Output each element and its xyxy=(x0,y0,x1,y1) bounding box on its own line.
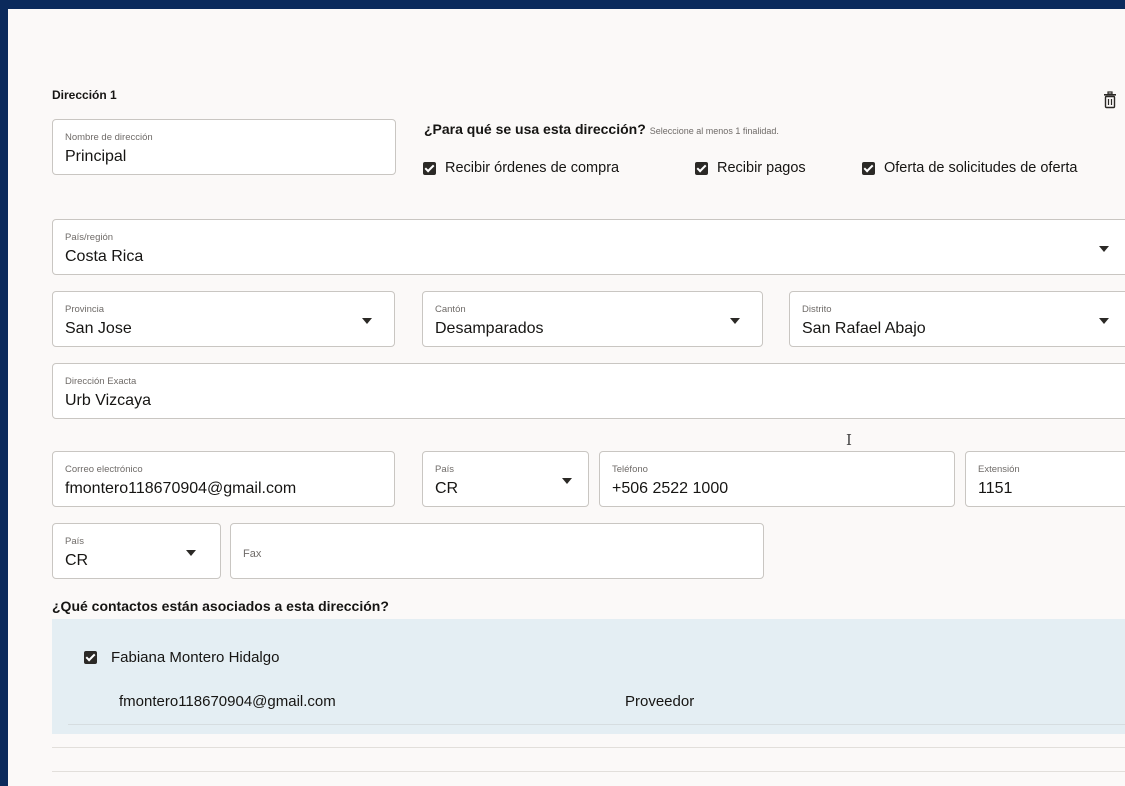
trash-icon[interactable] xyxy=(1102,91,1118,109)
contact-item[interactable]: Fabiana Montero Hidalgo xyxy=(84,649,279,666)
purpose-option-payments[interactable]: Recibir pagos xyxy=(695,160,806,176)
contacts-question: ¿Qué contactos están asociados a esta di… xyxy=(52,598,389,614)
address-name-value: Principal xyxy=(65,148,127,165)
country-label: País/región xyxy=(65,232,114,243)
fax-country-value: CR xyxy=(65,552,89,569)
canton-select[interactable]: Cantón Desamparados xyxy=(422,291,763,347)
fax-country-select[interactable]: País CR xyxy=(52,523,221,579)
province-select[interactable]: Provincia San Jose xyxy=(52,291,395,347)
phone-value: +506 2522 1000 xyxy=(612,480,729,497)
extension-field[interactable]: Extensión 1151 xyxy=(965,451,1125,507)
address-name-label: Nombre de dirección xyxy=(65,132,153,143)
purpose-option-label: Recibir pagos xyxy=(717,160,806,176)
phone-country-select[interactable]: País CR xyxy=(422,451,589,507)
purpose-hint: Seleccione al menos 1 finalidad. xyxy=(649,126,779,136)
contact-name: Fabiana Montero Hidalgo xyxy=(111,649,280,666)
phone-label: Teléfono xyxy=(612,464,648,475)
phone-country-value: CR xyxy=(435,480,459,497)
contact-role: Proveedor xyxy=(625,693,695,710)
extension-label: Extensión xyxy=(978,464,1020,475)
country-value: Costa Rica xyxy=(65,248,144,265)
district-label: Distrito xyxy=(802,304,832,315)
purpose-option-label: Recibir órdenes de compra xyxy=(445,160,620,176)
fax-placeholder: Fax xyxy=(243,548,262,560)
fax-field[interactable]: Fax xyxy=(230,523,764,579)
country-select[interactable]: País/región Costa Rica xyxy=(52,219,1125,275)
exact-address-value: Urb Vizcaya xyxy=(65,392,151,409)
purpose-question: ¿Para qué se usa esta dirección? Seleccio… xyxy=(424,121,779,137)
phone-country-label: País xyxy=(435,464,455,475)
purpose-question-text: ¿Para qué se usa esta dirección? xyxy=(424,121,646,137)
email-field[interactable]: Correo electrónico fmontero118670904@gma… xyxy=(52,451,395,507)
purpose-option-purchase-orders[interactable]: Recibir órdenes de compra xyxy=(423,160,619,176)
text-cursor-icon: I xyxy=(846,431,852,449)
phone-field[interactable]: Teléfono +506 2522 1000 xyxy=(599,451,955,507)
checkbox-checked-icon[interactable] xyxy=(423,161,436,175)
chevron-down-icon[interactable] xyxy=(1099,318,1109,324)
province-value: San Jose xyxy=(65,320,132,337)
address-name-field[interactable]: Nombre de dirección Principal xyxy=(52,119,396,175)
divider xyxy=(52,747,1125,748)
exact-address-label: Dirección Exacta xyxy=(65,376,137,387)
chevron-down-icon[interactable] xyxy=(562,478,572,484)
divider xyxy=(68,724,1125,725)
purpose-option-bids[interactable]: Oferta de solicitudes de oferta xyxy=(862,160,1077,176)
exact-address-field[interactable]: Dirección Exacta Urb Vizcaya xyxy=(52,363,1125,419)
email-label: Correo electrónico xyxy=(65,464,143,475)
canton-label: Cantón xyxy=(435,304,466,315)
chevron-down-icon[interactable] xyxy=(362,318,372,324)
purpose-option-label: Oferta de solicitudes de oferta xyxy=(884,160,1078,176)
canton-value: Desamparados xyxy=(435,320,544,337)
checkbox-checked-icon[interactable] xyxy=(695,161,708,175)
district-select[interactable]: Distrito San Rafael Abajo xyxy=(789,291,1125,347)
checkbox-checked-icon[interactable] xyxy=(84,651,97,664)
chevron-down-icon[interactable] xyxy=(1099,246,1109,252)
address-panel: Dirección 1 Nombre de dirección Principa… xyxy=(8,9,1125,786)
chevron-down-icon[interactable] xyxy=(186,550,196,556)
fax-country-label: País xyxy=(65,536,85,547)
district-value: San Rafael Abajo xyxy=(802,320,926,337)
divider xyxy=(52,771,1125,772)
section-title: Dirección 1 xyxy=(52,88,117,102)
extension-value: 1151 xyxy=(978,480,1013,497)
checkbox-checked-icon[interactable] xyxy=(862,161,875,175)
chevron-down-icon[interactable] xyxy=(730,318,740,324)
email-value: fmontero118670904@gmail.com xyxy=(65,480,297,497)
province-label: Provincia xyxy=(65,304,105,315)
contact-list: Fabiana Montero Hidalgo fmontero11867090… xyxy=(52,619,1125,734)
contact-email: fmontero118670904@gmail.com xyxy=(119,693,336,710)
